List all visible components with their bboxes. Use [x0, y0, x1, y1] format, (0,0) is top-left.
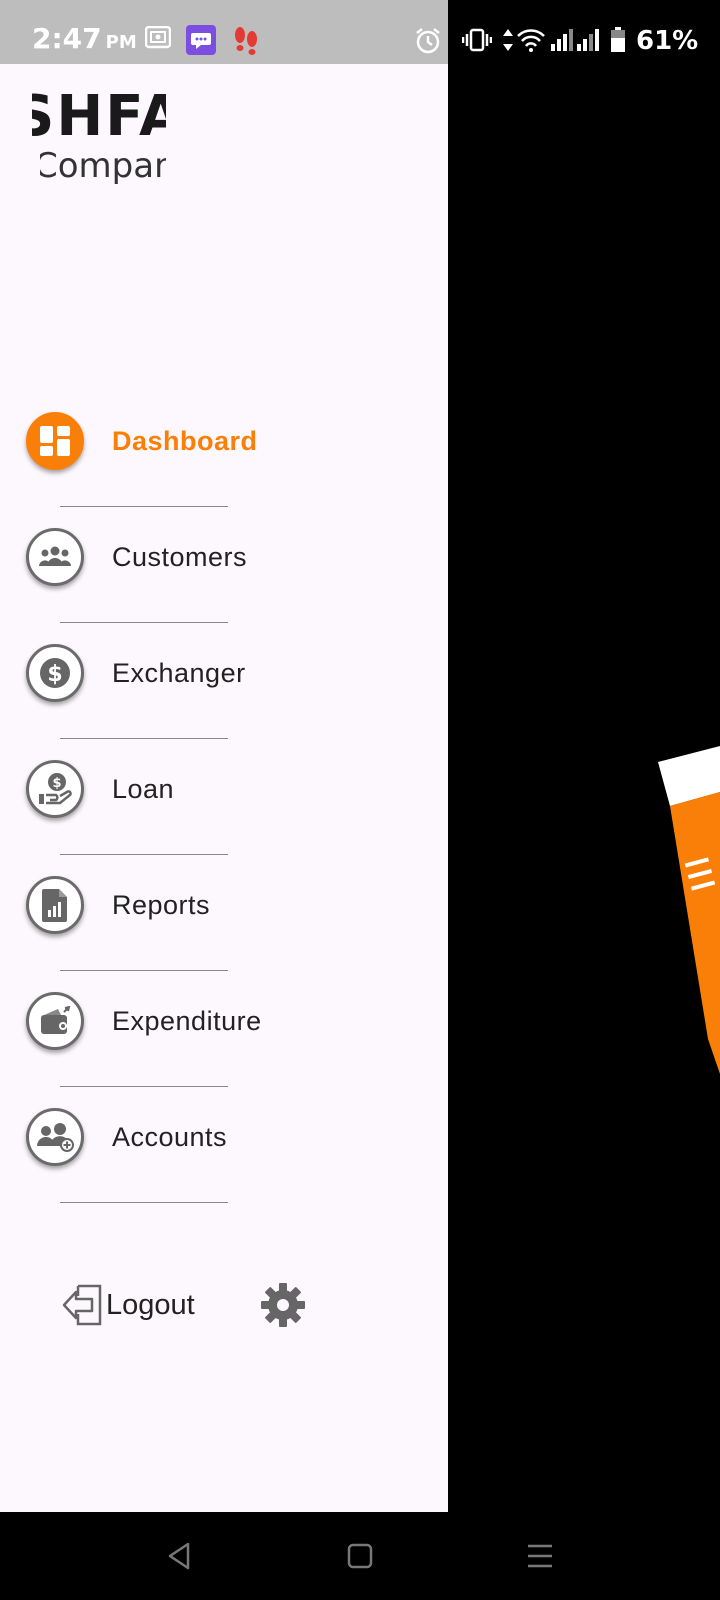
- signal-icon: [577, 29, 599, 51]
- divider: [60, 1202, 228, 1203]
- logo-line2: Company: [40, 146, 166, 186]
- svg-text:$: $: [47, 662, 62, 687]
- menu-label-accounts: Accounts: [112, 1122, 228, 1152]
- data-arrows-icon: [503, 29, 513, 51]
- logo-subtitle: Company: [40, 146, 166, 188]
- navigation-drawer: SHFA Company Dashboard Customers $ Excha…: [0, 64, 448, 1512]
- message-app-icon: [186, 25, 216, 55]
- alarm-icon: [416, 28, 440, 54]
- signal-icon: [551, 29, 573, 51]
- svg-text:$: $: [52, 776, 61, 791]
- battery-percent: 61%: [636, 26, 699, 56]
- logo: SHFA: [32, 84, 166, 144]
- status-time: 2:47 PM: [32, 22, 137, 55]
- customers-icon: [26, 528, 84, 586]
- home-icon[interactable]: [340, 1540, 380, 1572]
- dollar-icon: $: [26, 644, 84, 702]
- dashboard-icon: [26, 412, 84, 470]
- menu-label-reports: Reports: [112, 890, 211, 920]
- ampm-text: PM: [105, 32, 137, 53]
- footsteps-icon: [235, 27, 257, 55]
- battery-icon: [611, 27, 625, 52]
- logout-label: Logout: [106, 1288, 195, 1321]
- back-icon[interactable]: [160, 1540, 200, 1572]
- gear-icon: [261, 1283, 305, 1327]
- logout-icon: [62, 1284, 102, 1326]
- add-user-icon: [26, 1108, 84, 1166]
- divider: [60, 622, 228, 623]
- status-bar-left: 2:47 PM: [0, 0, 448, 64]
- menu-label-customers: Customers: [112, 542, 248, 572]
- menu-label-loan: Loan: [112, 774, 175, 804]
- menu-item-loan[interactable]: $ Loan: [0, 742, 448, 832]
- menu-label-exchanger: Exchanger: [112, 658, 246, 688]
- time-text: 2:47: [32, 22, 102, 55]
- logo-line1: SHFA: [32, 84, 166, 144]
- menu-item-expenditure[interactable]: Expenditure: [0, 974, 448, 1064]
- menu-item-exchanger[interactable]: $ Exchanger: [0, 626, 448, 716]
- screenshot-icon: [145, 26, 171, 49]
- menu-icon[interactable]: [520, 1540, 560, 1572]
- menu-item-accounts[interactable]: Accounts: [0, 1090, 448, 1180]
- menu-item-reports[interactable]: Reports: [0, 858, 448, 948]
- wallet-icon: [26, 992, 84, 1050]
- background-content: [448, 64, 720, 1512]
- wifi-icon: [517, 29, 545, 52]
- menu-item-dashboard[interactable]: Dashboard: [0, 394, 448, 484]
- loan-hand-icon: $: [26, 760, 84, 818]
- vibrate-icon: [462, 28, 492, 52]
- menu-label-dashboard: Dashboard: [112, 426, 258, 456]
- logout-button[interactable]: Logout: [62, 1282, 195, 1328]
- divider: [60, 1086, 228, 1087]
- divider: [60, 854, 228, 855]
- divider: [60, 506, 228, 507]
- menu-item-customers[interactable]: Customers: [0, 510, 448, 600]
- background-card: [658, 746, 720, 1074]
- divider: [60, 970, 228, 971]
- system-nav-bar: [0, 1512, 720, 1600]
- settings-button[interactable]: [260, 1282, 306, 1328]
- divider: [60, 738, 228, 739]
- report-doc-icon: [26, 876, 84, 934]
- menu-label-expenditure: Expenditure: [112, 1006, 262, 1036]
